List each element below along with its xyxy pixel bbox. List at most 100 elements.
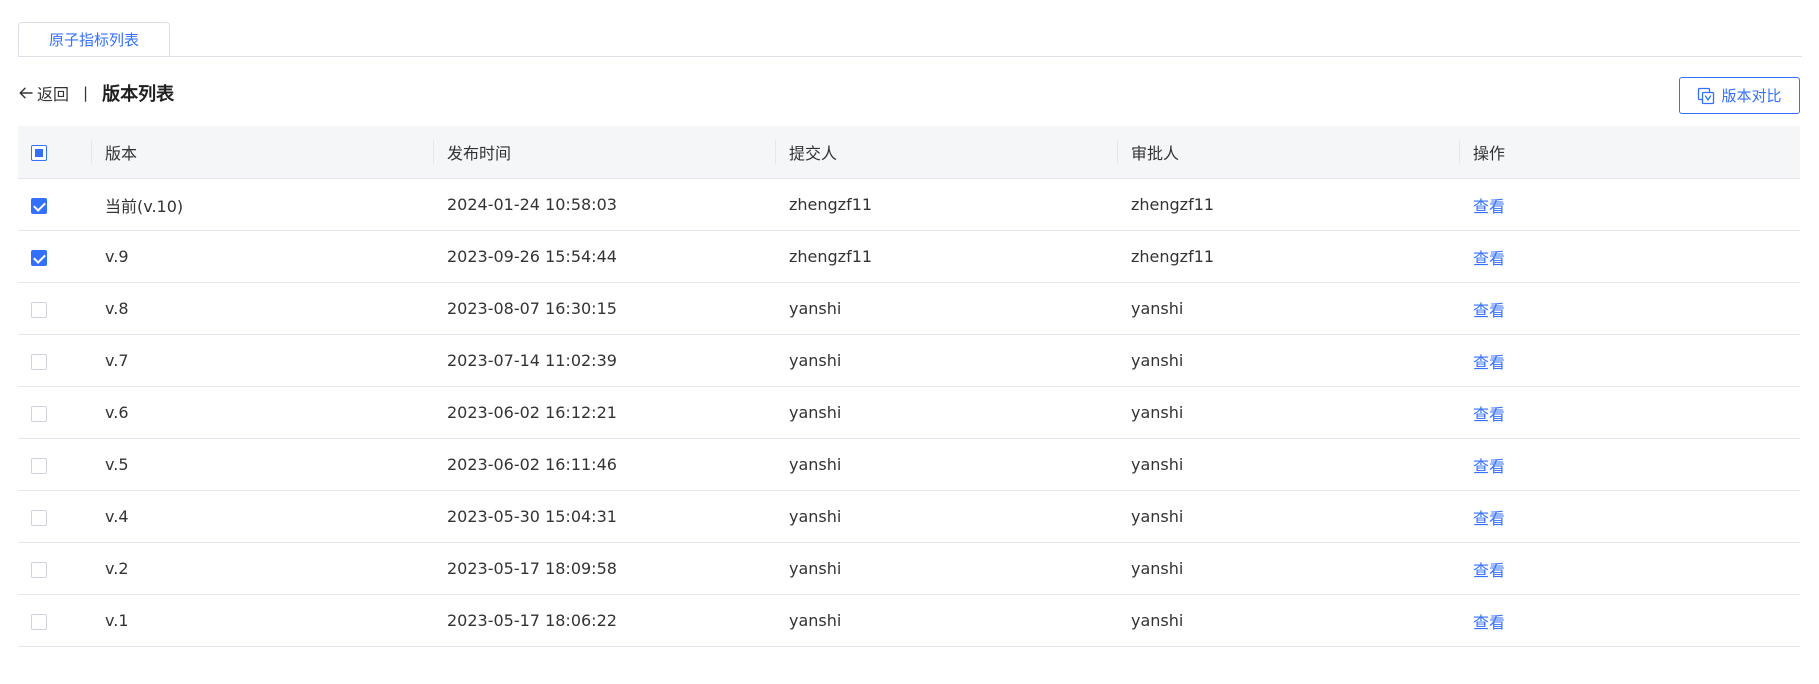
row-select-cell bbox=[18, 334, 91, 387]
cell-approver: yanshi bbox=[1117, 490, 1459, 543]
back-button[interactable]: 返回 bbox=[18, 81, 69, 105]
cell-publish-time: 2023-06-02 16:11:46 bbox=[433, 438, 775, 491]
cell-action: 查看 bbox=[1459, 438, 1800, 491]
cell-submitter: yanshi bbox=[775, 542, 1117, 595]
cell-submitter: zhengzf11 bbox=[775, 178, 1117, 231]
cell-action: 查看 bbox=[1459, 490, 1800, 543]
view-link[interactable]: 查看 bbox=[1473, 301, 1505, 320]
table-header-row: 版本 发布时间 提交人 审批人 操作 bbox=[18, 126, 1800, 179]
cell-submitter: yanshi bbox=[775, 490, 1117, 543]
row-checkbox[interactable] bbox=[31, 561, 47, 578]
version-compare-button[interactable]: 版本对比 bbox=[1679, 77, 1800, 114]
version-compare-label: 版本对比 bbox=[1721, 87, 1782, 105]
view-link[interactable]: 查看 bbox=[1473, 405, 1505, 424]
tab-bar: 原子指标列表 bbox=[18, 22, 1802, 57]
table-row: v.2 2023-05-17 18:09:58 yanshi yanshi 查看 bbox=[18, 542, 1800, 595]
compare-icon bbox=[1698, 87, 1715, 104]
table-row: 当前(v.10) 2024-01-24 10:58:03 zhengzf11 zhen… bbox=[18, 178, 1800, 231]
row-checkbox[interactable] bbox=[31, 509, 47, 526]
cell-version: v.1 bbox=[91, 594, 433, 647]
row-select-cell bbox=[18, 178, 91, 231]
row-select-cell bbox=[18, 490, 91, 543]
page-title: 版本列表 bbox=[102, 84, 175, 105]
cell-publish-time: 2023-07-14 11:02:39 bbox=[433, 334, 775, 387]
cell-version: 当前(v.10) bbox=[91, 178, 433, 231]
cell-version: v.2 bbox=[91, 542, 433, 595]
row-checkbox[interactable] bbox=[31, 613, 47, 630]
view-link[interactable]: 查看 bbox=[1473, 197, 1505, 216]
cell-approver: zhengzf11 bbox=[1117, 230, 1459, 283]
cell-approver: zhengzf11 bbox=[1117, 178, 1459, 231]
cell-submitter: yanshi bbox=[775, 282, 1117, 335]
cell-publish-time: 2023-08-07 16:30:15 bbox=[433, 282, 775, 335]
table-row: v.7 2023-07-14 11:02:39 yanshi yanshi 查看 bbox=[18, 334, 1800, 387]
row-checkbox[interactable] bbox=[31, 249, 47, 266]
table-row: v.8 2023-08-07 16:30:15 yanshi yanshi 查看 bbox=[18, 282, 1800, 335]
row-checkbox[interactable] bbox=[31, 353, 47, 370]
view-link[interactable]: 查看 bbox=[1473, 509, 1505, 528]
cell-version: v.9 bbox=[91, 230, 433, 283]
cell-version: v.5 bbox=[91, 438, 433, 491]
cell-approver: yanshi bbox=[1117, 438, 1459, 491]
page-header: 返回 | 版本列表 bbox=[18, 78, 174, 108]
arrow-left-icon bbox=[19, 87, 33, 99]
view-link[interactable]: 查看 bbox=[1473, 613, 1505, 632]
cell-approver: yanshi bbox=[1117, 334, 1459, 387]
cell-action: 查看 bbox=[1459, 386, 1800, 439]
cell-submitter: zhengzf11 bbox=[775, 230, 1117, 283]
view-link[interactable]: 查看 bbox=[1473, 457, 1505, 476]
table-row: v.5 2023-06-02 16:11:46 yanshi yanshi 查看 bbox=[18, 438, 1800, 491]
cell-action: 查看 bbox=[1459, 542, 1800, 595]
column-header-publish-time: 发布时间 bbox=[433, 126, 775, 179]
cell-action: 查看 bbox=[1459, 178, 1800, 231]
column-header-submitter: 提交人 bbox=[775, 126, 1117, 179]
select-all-checkbox[interactable] bbox=[31, 145, 47, 161]
tab-label: 原子指标列表 bbox=[48, 30, 139, 49]
row-checkbox[interactable] bbox=[31, 405, 47, 422]
cell-version: v.4 bbox=[91, 490, 433, 543]
view-link[interactable]: 查看 bbox=[1473, 249, 1505, 268]
cell-publish-time: 2023-05-17 18:06:22 bbox=[433, 594, 775, 647]
column-header-version: 版本 bbox=[91, 126, 433, 179]
version-table: 版本 发布时间 提交人 审批人 操作 当前(v.10) 2024-01-24 10… bbox=[18, 126, 1800, 647]
cell-publish-time: 2023-09-26 15:54:44 bbox=[433, 230, 775, 283]
row-select-cell bbox=[18, 230, 91, 283]
cell-action: 查看 bbox=[1459, 334, 1800, 387]
back-label: 返回 bbox=[37, 85, 70, 104]
cell-version: v.7 bbox=[91, 334, 433, 387]
select-all-cell bbox=[18, 126, 91, 179]
row-select-cell bbox=[18, 438, 91, 491]
cell-publish-time: 2023-06-02 16:12:21 bbox=[433, 386, 775, 439]
cell-version: v.6 bbox=[91, 386, 433, 439]
cell-approver: yanshi bbox=[1117, 542, 1459, 595]
cell-approver: yanshi bbox=[1117, 386, 1459, 439]
table-row: v.4 2023-05-30 15:04:31 yanshi yanshi 查看 bbox=[18, 490, 1800, 543]
cell-submitter: yanshi bbox=[775, 594, 1117, 647]
column-header-action: 操作 bbox=[1459, 126, 1800, 179]
row-checkbox[interactable] bbox=[31, 301, 47, 318]
cell-approver: yanshi bbox=[1117, 282, 1459, 335]
cell-publish-time: 2023-05-17 18:09:58 bbox=[433, 542, 775, 595]
cell-version: v.8 bbox=[91, 282, 433, 335]
row-checkbox[interactable] bbox=[31, 457, 47, 474]
row-select-cell bbox=[18, 542, 91, 595]
cell-submitter: yanshi bbox=[775, 386, 1117, 439]
cell-approver: yanshi bbox=[1117, 594, 1459, 647]
cell-submitter: yanshi bbox=[775, 438, 1117, 491]
row-select-cell bbox=[18, 282, 91, 335]
cell-action: 查看 bbox=[1459, 282, 1800, 335]
table-row: v.6 2023-06-02 16:12:21 yanshi yanshi 查看 bbox=[18, 386, 1800, 439]
cell-publish-time: 2023-05-30 15:04:31 bbox=[433, 490, 775, 543]
tab-atomic-metric-list[interactable]: 原子指标列表 bbox=[18, 22, 170, 56]
table-row: v.1 2023-05-17 18:06:22 yanshi yanshi 查看 bbox=[18, 594, 1800, 647]
cell-action: 查看 bbox=[1459, 594, 1800, 647]
view-link[interactable]: 查看 bbox=[1473, 353, 1505, 372]
row-select-cell bbox=[18, 594, 91, 647]
column-header-approver: 审批人 bbox=[1117, 126, 1459, 179]
cell-action: 查看 bbox=[1459, 230, 1800, 283]
cell-publish-time: 2024-01-24 10:58:03 bbox=[433, 178, 775, 231]
row-checkbox[interactable] bbox=[31, 197, 47, 214]
cell-submitter: yanshi bbox=[775, 334, 1117, 387]
view-link[interactable]: 查看 bbox=[1473, 561, 1505, 580]
table-row: v.9 2023-09-26 15:54:44 zhengzf11 zhengzf11… bbox=[18, 230, 1800, 283]
